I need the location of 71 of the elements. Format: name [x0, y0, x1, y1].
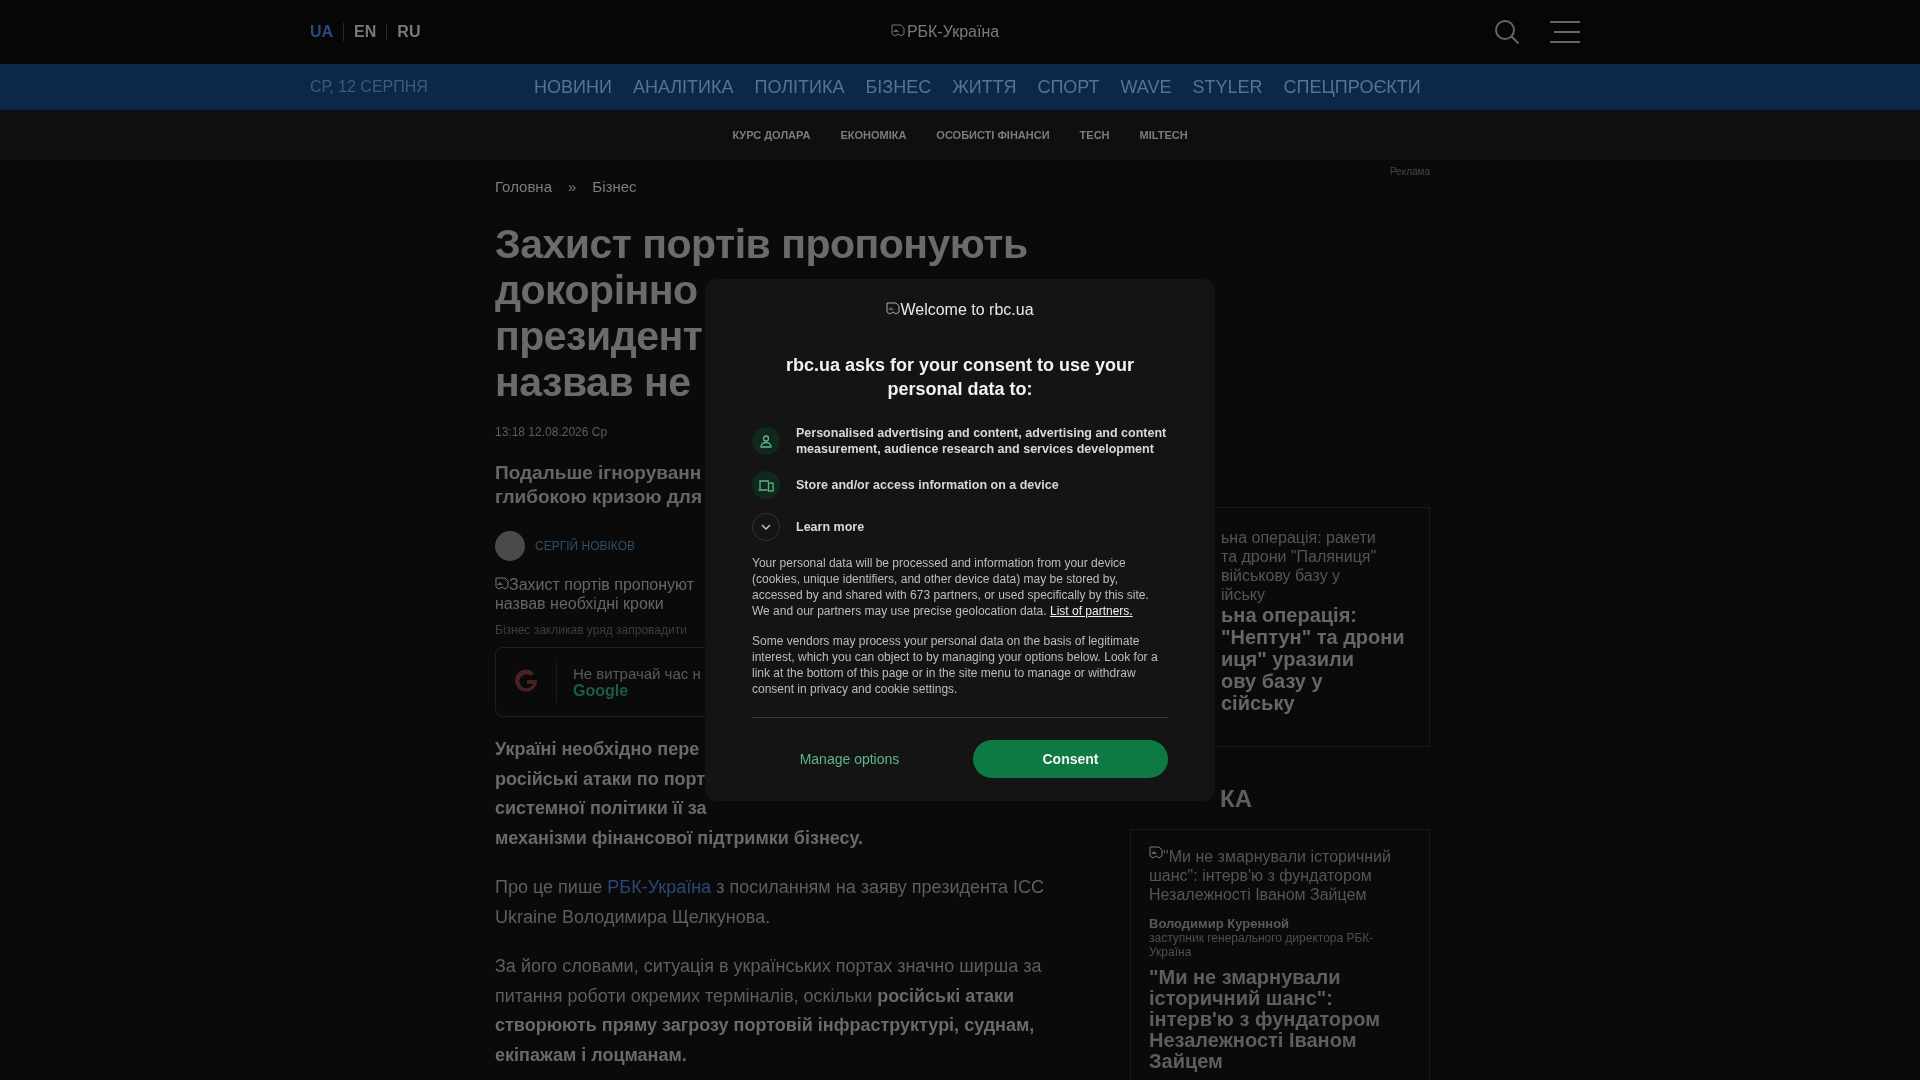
card-title: ову базу у: [1221, 670, 1324, 692]
nav-link[interactable]: STYLER: [1192, 76, 1263, 98]
nav-link[interactable]: WAVE: [1120, 76, 1172, 98]
subnav-link[interactable]: MILTECH: [1139, 129, 1188, 141]
image-alt-text: Захист портів пропонуют: [495, 575, 695, 594]
chevron-down-icon: [761, 524, 771, 530]
article-lead: Подальше ігноруванн: [495, 461, 702, 485]
subnav-link[interactable]: TECH: [1079, 129, 1110, 141]
card-title: "Нептун" та дрони: [1221, 626, 1406, 648]
language-link[interactable]: UA: [310, 23, 344, 41]
author-role: заступник генерального директора РБК-Україна: [1149, 931, 1375, 959]
image-alt-text: ьна операція: ракети: [1221, 528, 1377, 547]
nav-link[interactable]: ЖИТТЯ: [952, 76, 1017, 98]
promo-text: Не витрачай час н: [573, 664, 701, 682]
nav-link[interactable]: НОВИНИ: [534, 76, 612, 98]
opinion-card[interactable]: [1130, 829, 1430, 1080]
article-paragraph: Про це пише РБК-Україна з посиланням на заяву президента ICC Ukraine Володимира Щелкунова.: [495, 876, 1046, 929]
google-link[interactable]: Google: [573, 681, 701, 700]
purpose-text: Personalised advertising and content, advertising and content measurement, audience research and services development: [796, 425, 1168, 457]
nav-link[interactable]: СПЕЦПРОЄКТИ: [1283, 76, 1421, 98]
author-avatar: [495, 531, 525, 561]
article-paragraph: російські атаки по порт: [495, 767, 706, 791]
source-link[interactable]: РБК-Україна: [607, 877, 712, 897]
article-lead: глибокою кризою для: [495, 485, 702, 509]
google-promo-card[interactable]: Не витрачай час н Google: [495, 647, 705, 717]
consent-button[interactable]: Consent: [973, 740, 1168, 778]
article-title: президент: [495, 313, 703, 359]
image-alt-text: "Ми не змарнували історичний шанс": інтерв'ю з фундатором Незалежності Іваном Зайцем: [1149, 846, 1392, 904]
publish-date: 13:18 12.08.2026 Ср: [495, 425, 608, 439]
image-alt-text: ійську: [1221, 585, 1266, 604]
card-title: иця" уразили: [1221, 648, 1355, 670]
menu-icon[interactable]: [1550, 21, 1580, 43]
nav-link[interactable]: АНАЛІТИКА: [632, 76, 734, 98]
article-paragraph: За його словами, ситуація в українських портах значно ширша за питання роботи окремих терміналів, оскільки російські атаки створюють пряму загрозу портовій інфраструктурі, суднам, екіпажам і лоцманам.: [495, 955, 1043, 1067]
language-link[interactable]: EN: [343, 23, 387, 41]
card-title: ьна операція:: [1221, 604, 1358, 626]
article-title: докорінно: [495, 267, 698, 313]
site-logo[interactable]: РБК-Україна: [890, 23, 1000, 41]
subnav-link[interactable]: ОСОБИСТІ ФІНАНСИ: [936, 129, 1050, 141]
card-title: "Ми не змарнували історичний шанс": інтерв'ю з фундатором Незалежності Іваном Зайцем: [1149, 967, 1381, 1072]
author-link[interactable]: СЕРГІЙ НОВІКОВ: [535, 539, 635, 553]
subnav-link[interactable]: КУРС ДОЛАРА: [732, 129, 811, 141]
dialog-logo: Welcome to rbc.ua: [886, 301, 1034, 319]
language-link[interactable]: RU: [386, 23, 431, 41]
breadcrumb-separator: »: [568, 178, 577, 195]
article-paragraph: механізми фінансової підтримки бізнесу.: [495, 826, 863, 850]
article-paragraph: системної політики її за: [495, 797, 707, 820]
card-title: сійську: [1221, 692, 1296, 714]
partners-link[interactable]: List of partners.: [1049, 604, 1133, 618]
nav-link[interactable]: ПОЛІТИКА: [754, 76, 845, 98]
dialog-heading: rbc.ua asks for your consent to use your personal data to:: [784, 354, 1136, 401]
article-title: Захист портів пропонують: [495, 221, 1028, 267]
article-title: назвав не: [495, 359, 691, 405]
image-alt-text: та дрони "Паляниця": [1221, 547, 1378, 566]
section-heading: КА: [1219, 785, 1253, 813]
google-icon: [514, 669, 540, 695]
image-alt-text: військову базу у: [1221, 566, 1342, 585]
manage-options-button[interactable]: Manage options: [752, 740, 947, 778]
author-name: Володимир Куренной: [1149, 916, 1291, 931]
ad-label: Реклама: [1389, 166, 1430, 177]
image-alt-text: назвав необхідні кроки: [495, 594, 664, 613]
nav-link[interactable]: БІЗНЕС: [865, 76, 932, 98]
person-icon: [759, 434, 773, 448]
breadcrumb-link[interactable]: Бізнес: [592, 178, 637, 195]
search-icon[interactable]: [1494, 19, 1520, 45]
article-paragraph: Україні необхідно пере: [495, 738, 700, 761]
purpose-text: Store and/or access information on a device: [796, 477, 1059, 493]
subnav-link[interactable]: ЕКОНОМІКА: [840, 129, 907, 141]
nav-link[interactable]: СПОРТ: [1037, 76, 1100, 98]
devices-icon: [758, 478, 774, 492]
breadcrumb-link[interactable]: Головна: [495, 178, 552, 195]
